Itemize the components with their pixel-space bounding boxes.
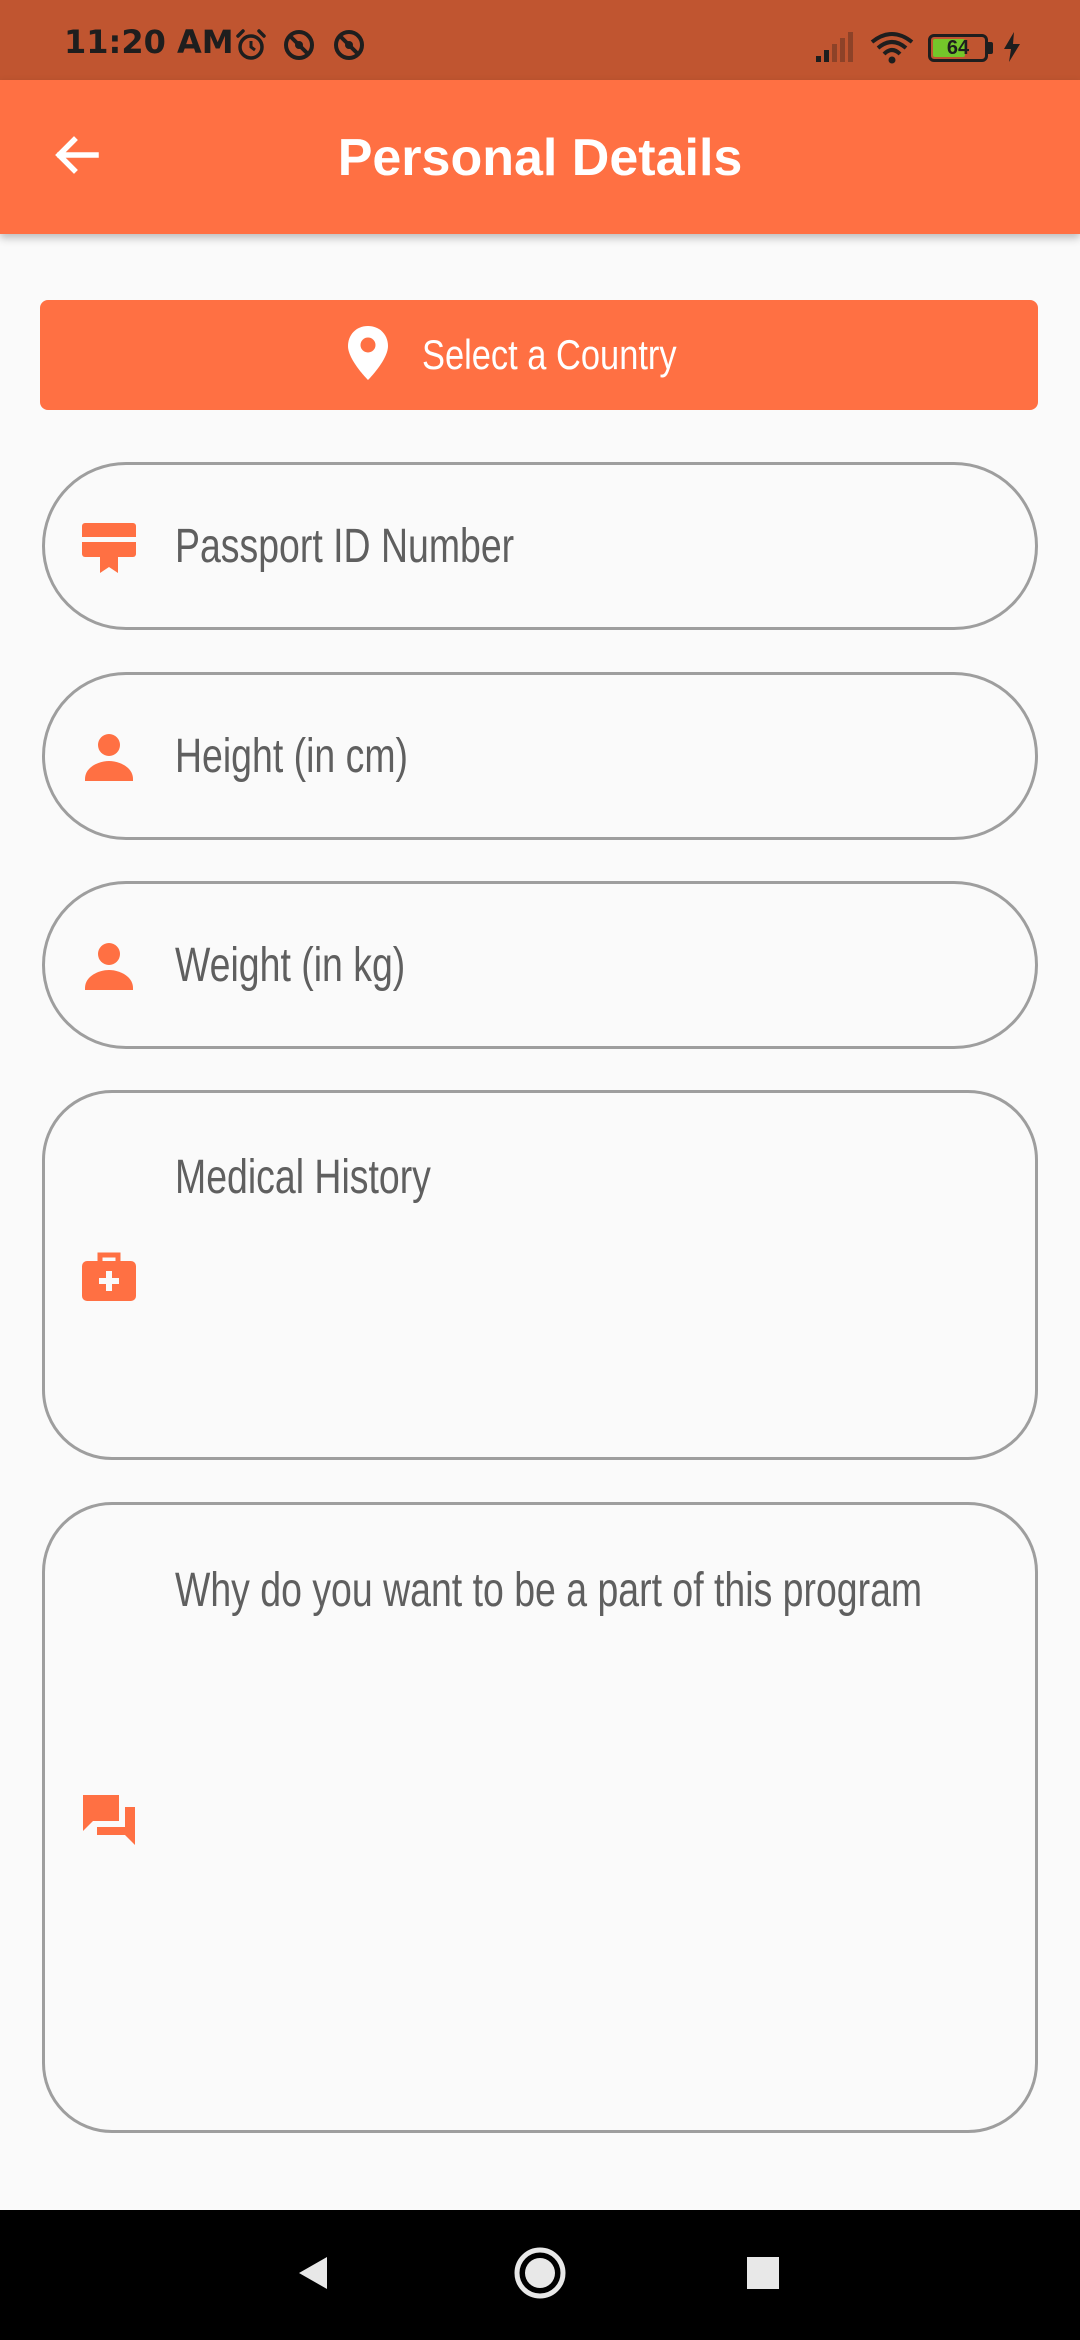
medical-history-placeholder: Medical History	[175, 1151, 431, 1204]
person-icon	[77, 725, 141, 789]
location-pin-icon	[346, 324, 390, 387]
charging-icon	[1000, 30, 1024, 69]
battery-level-label: 64	[946, 37, 970, 59]
height-placeholder: Height (in cm)	[175, 730, 409, 783]
battery-nub	[988, 42, 993, 54]
program-motivation-placeholder: Why do you want to be a part of this pro…	[175, 1564, 923, 1617]
status-bar: 11:20 AM 64	[0, 0, 1080, 80]
chat-bubbles-icon	[77, 1787, 141, 1851]
do-not-disturb-icon	[282, 28, 316, 67]
alarm-icon	[234, 28, 268, 67]
nav-back-button[interactable]	[278, 2240, 348, 2310]
system-navigation-bar	[0, 2210, 1080, 2340]
passport-id-placeholder: Passport ID Number	[175, 520, 515, 573]
do-not-disturb-icon	[332, 28, 366, 67]
wifi-icon	[870, 30, 914, 69]
nav-recents-button[interactable]	[728, 2240, 798, 2310]
battery-icon: 64	[928, 34, 988, 62]
weight-field[interactable]: Weight (in kg)	[42, 881, 1038, 1049]
height-field[interactable]: Height (in cm)	[42, 672, 1038, 840]
select-country-button[interactable]: Select a Country	[40, 300, 1038, 410]
person-icon	[77, 934, 141, 998]
back-triangle-icon	[293, 2253, 333, 2298]
medical-kit-icon	[77, 1245, 141, 1309]
status-time: 11:20 AM	[64, 23, 234, 61]
app-bar: Personal Details	[0, 80, 1080, 234]
weight-placeholder: Weight (in kg)	[175, 939, 406, 992]
program-motivation-field[interactable]: Why do you want to be a part of this pro…	[42, 1502, 1038, 2133]
id-card-icon	[77, 515, 141, 579]
select-country-label: Select a Country	[421, 331, 677, 378]
signal-icon	[814, 30, 854, 69]
recents-square-icon	[744, 2254, 782, 2297]
page-title: Personal Details	[337, 129, 743, 187]
home-circle-icon	[512, 2245, 568, 2306]
passport-id-field[interactable]: Passport ID Number	[42, 462, 1038, 630]
medical-history-field[interactable]: Medical History	[42, 1090, 1038, 1460]
nav-home-button[interactable]	[505, 2240, 575, 2310]
